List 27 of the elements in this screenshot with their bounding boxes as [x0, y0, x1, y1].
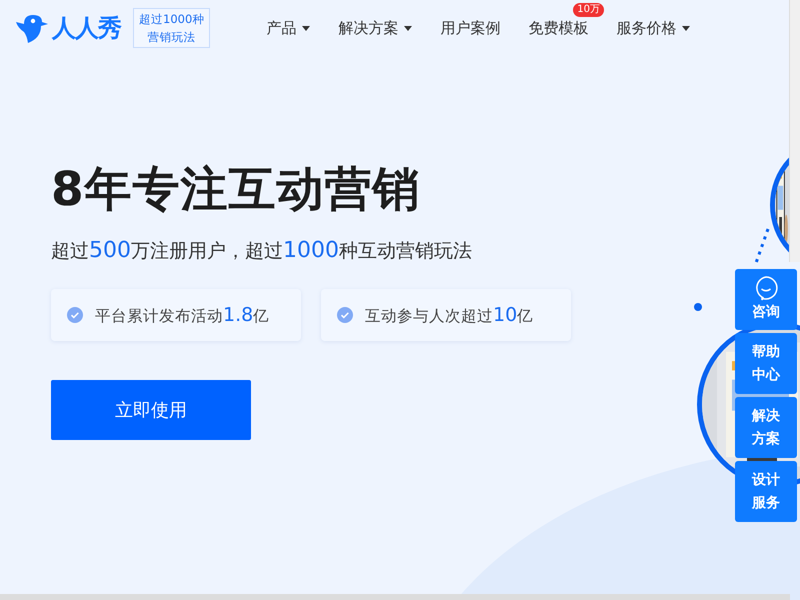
check-icon	[67, 307, 83, 323]
tagline-text: 超过1000种	[139, 11, 204, 28]
stat-text: 平台累计发布活动 1.8亿	[95, 304, 270, 326]
bird-logo-icon	[14, 12, 48, 44]
nav-link[interactable]: 免费模板	[528, 18, 588, 38]
nav-link[interactable]: 服务价格	[616, 18, 690, 38]
side-button[interactable]: 咨询	[735, 269, 797, 330]
nav-link[interactable]: 解决方案	[338, 18, 412, 38]
scrollbar[interactable]	[789, 0, 800, 262]
stat-text: 互动参与人次超过 10亿	[365, 304, 534, 326]
chat-icon	[753, 275, 779, 301]
nav-link[interactable]: 用户案例	[440, 18, 500, 38]
side-button[interactable]: 解决 方案	[735, 397, 797, 458]
hero-subtitle: 超过500万注册用户，超过1000种互动营销玩法	[51, 238, 472, 264]
tagline-text: 营销玩法	[148, 29, 196, 46]
side-button[interactable]: 帮助 中心	[735, 333, 797, 394]
caret-icon	[682, 26, 690, 30]
cta-button[interactable]: 立即使用	[51, 380, 251, 440]
logo-text: 人人秀	[52, 13, 121, 44]
check-icon	[337, 307, 353, 323]
caret-icon	[404, 26, 412, 30]
nav-link[interactable]: 产品	[266, 18, 310, 38]
hero-title: 8年专注互动营销	[51, 161, 422, 219]
dot-icon	[694, 303, 702, 311]
side-button[interactable]: 设计 服务	[735, 461, 797, 522]
count-badge: 10万	[573, 2, 604, 16]
caret-icon	[302, 26, 310, 30]
